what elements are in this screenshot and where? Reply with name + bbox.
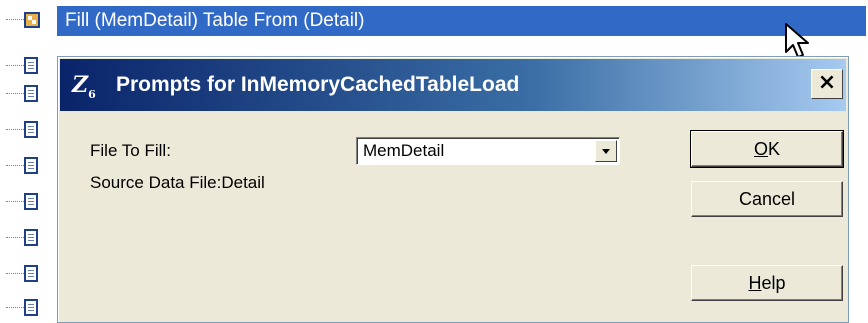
ok-button[interactable]: OK [690,130,844,168]
chevron-down-icon[interactable] [595,140,617,162]
app-icon: Z6 [72,72,100,101]
prompts-dialog: Z6 Prompts for InMemoryCachedTableLoad ×… [57,56,849,323]
cancel-label: Cancel [738,189,796,209]
ok-mnemonic: O [753,139,768,159]
tree-row[interactable] [0,264,60,284]
file-to-fill-label: File To Fill: [90,141,171,160]
tree-connector [6,129,24,130]
tree-row[interactable] [0,192,60,212]
app-icon-subscript: 6 [88,88,96,101]
app-icon-letter: Z [72,72,89,98]
tree-row[interactable] [0,156,60,176]
dialog-titlebar[interactable]: Z6 Prompts for InMemoryCachedTableLoad × [60,59,846,111]
tree-connector [6,237,24,238]
document-icon [24,157,38,174]
cancel-button[interactable]: Cancel [691,181,843,217]
tree-row[interactable] [0,228,60,248]
tree-row-table[interactable] [0,10,60,30]
document-icon [24,121,38,138]
tree-row[interactable] [0,84,60,104]
file-to-fill-dropdown[interactable]: MemDetail [356,137,620,165]
table-icon [24,12,40,28]
document-icon [24,57,38,74]
close-icon: × [817,70,837,95]
help-label-rest: elp [761,273,786,293]
screen: Fill (MemDetail) Table From (Detail) Z6 … [0,0,868,323]
tree-connector [6,307,24,308]
tree-row[interactable] [0,298,60,318]
tree-connector [6,65,24,66]
tree-connector [6,201,24,202]
tree-row[interactable] [0,56,60,76]
document-icon [24,229,38,246]
dialog-title: Prompts for InMemoryCachedTableLoad [116,73,520,96]
help-button[interactable]: Help [691,265,843,301]
tree-row-selected-label[interactable]: Fill (MemDetail) Table From (Detail) [57,6,866,36]
close-button[interactable]: × [811,69,843,99]
ok-label-rest: K [768,139,781,159]
tree-connector [6,165,24,166]
document-icon [24,85,38,102]
document-icon [24,299,38,316]
tree-row[interactable] [0,120,60,140]
file-to-fill-value: MemDetail [363,141,445,160]
tree-connector [6,273,24,274]
source-data-file-label: Source Data File:Detail [90,173,265,192]
document-icon [24,193,38,210]
tree-connector [6,19,24,20]
tree-connector [6,93,24,94]
document-icon [24,265,38,282]
help-mnemonic: H [748,273,762,293]
